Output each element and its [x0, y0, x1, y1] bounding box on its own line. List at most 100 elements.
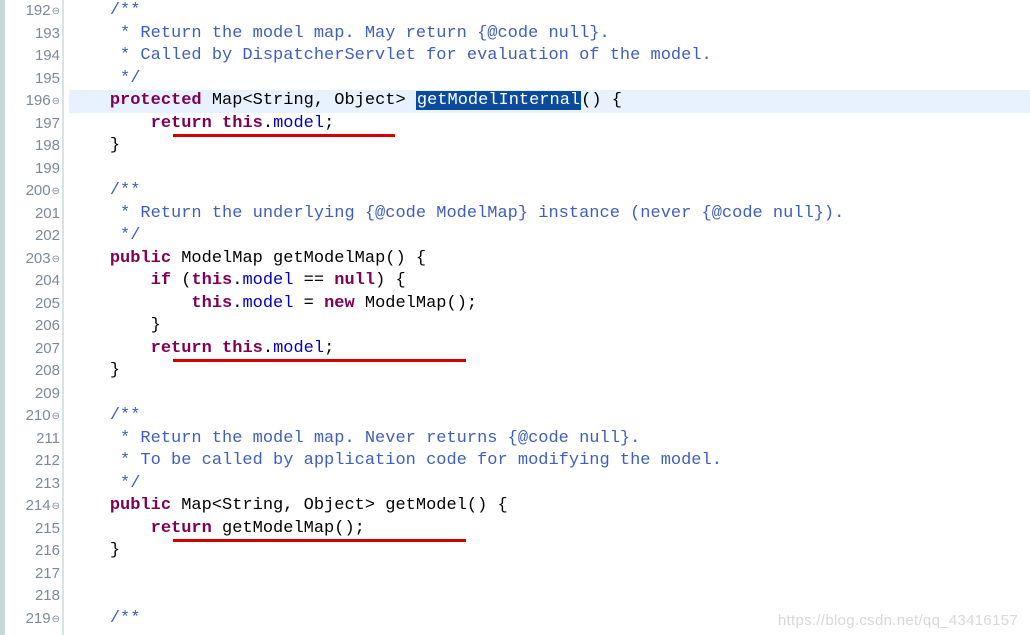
code-line[interactable]: /** [69, 405, 1030, 428]
text [69, 429, 120, 448]
line-number: 208 [0, 360, 62, 383]
code-area[interactable]: /** * Return the model map. May return {… [64, 0, 1030, 635]
code-line[interactable]: } [69, 540, 1030, 563]
code-line[interactable]: } [69, 135, 1030, 158]
code-line[interactable] [69, 585, 1030, 608]
code-line[interactable]: public ModelMap getModelMap() { [69, 248, 1030, 271]
code-line[interactable]: } [69, 360, 1030, 383]
keyword: return [151, 339, 212, 358]
text: getModelMap(); [212, 519, 365, 538]
line-number: 211 [0, 428, 62, 451]
field: model [273, 339, 324, 358]
text [69, 204, 120, 223]
code-line[interactable]: /** [69, 0, 1030, 23]
fold-toggle-icon[interactable]: ⊖ [52, 6, 60, 17]
line-number: 212 [0, 450, 62, 473]
line-number: 201 [0, 203, 62, 226]
line-number: 194 [0, 45, 62, 68]
keyword: this [191, 294, 232, 313]
line-number: 205 [0, 293, 62, 316]
code-line[interactable] [69, 383, 1030, 406]
keyword: return [151, 114, 212, 133]
comment: */ [120, 69, 140, 88]
comment: * To be called by application code for m… [120, 451, 722, 470]
code-line[interactable]: public Map<String, Object> getModel() { [69, 495, 1030, 518]
code-line[interactable]: return this.model; [69, 113, 1030, 136]
line-number-gutter: 192⊖193194195196⊖197198199200⊖201202203⊖… [0, 0, 64, 635]
line-number: 197 [0, 113, 62, 136]
line-number: 206 [0, 315, 62, 338]
text: Map<String, Object> [202, 91, 416, 110]
text: } [110, 361, 120, 380]
text: ModelMap getModelMap() { [171, 249, 426, 268]
comment: /** [110, 1, 141, 20]
text [69, 541, 110, 560]
code-line[interactable]: if (this.model == null) { [69, 270, 1030, 293]
code-line[interactable]: */ [69, 225, 1030, 248]
comment: */ [120, 226, 140, 245]
code-line[interactable]: } [69, 315, 1030, 338]
line-number: 213 [0, 473, 62, 496]
code-line[interactable]: * Return the model map. May return {@cod… [69, 23, 1030, 46]
comment: /** [110, 609, 141, 628]
text: == [293, 271, 334, 290]
fold-toggle-icon[interactable]: ⊖ [52, 254, 60, 265]
text [69, 474, 120, 493]
code-line[interactable]: * Return the model map. Never returns {@… [69, 428, 1030, 451]
keyword: public [110, 496, 171, 515]
line-number: 193 [0, 23, 62, 46]
text [69, 249, 110, 268]
fold-toggle-icon[interactable]: ⊖ [52, 614, 60, 625]
code-line[interactable]: * Return the underlying {@code ModelMap}… [69, 203, 1030, 226]
text: . [263, 114, 273, 133]
text [69, 114, 151, 133]
code-line[interactable]: * Called by DispatcherServlet for evalua… [69, 45, 1030, 68]
text: ; [324, 339, 334, 358]
line-number: 217 [0, 563, 62, 586]
line-number: 215 [0, 518, 62, 541]
text [69, 271, 151, 290]
line-number: 207 [0, 338, 62, 361]
code-line[interactable] [69, 158, 1030, 181]
comment: */ [120, 474, 140, 493]
text: . [263, 339, 273, 358]
keyword: return [151, 519, 212, 538]
comment: /** [110, 181, 141, 200]
keyword: this [222, 114, 263, 133]
text [69, 406, 110, 425]
field: model [242, 271, 293, 290]
line-number: 214⊖ [0, 495, 62, 518]
line-number: 216 [0, 540, 62, 563]
code-line[interactable]: */ [69, 68, 1030, 91]
keyword: this [222, 339, 263, 358]
code-line[interactable]: return getModelMap(); [69, 518, 1030, 541]
comment: * Return the model map. Never returns {@… [120, 429, 640, 448]
text [69, 496, 110, 515]
text [69, 181, 110, 200]
fold-toggle-icon[interactable]: ⊖ [52, 501, 60, 512]
code-line[interactable]: return this.model; [69, 338, 1030, 361]
keyword: if [151, 271, 171, 290]
fold-toggle-icon[interactable]: ⊖ [52, 411, 60, 422]
comment: /** [110, 406, 141, 425]
code-line[interactable]: /** [69, 180, 1030, 203]
text [69, 339, 151, 358]
line-number: 218 [0, 585, 62, 608]
code-line[interactable] [69, 563, 1030, 586]
code-editor[interactable]: 192⊖193194195196⊖197198199200⊖201202203⊖… [0, 0, 1030, 635]
code-line[interactable]: this.model = new ModelMap(); [69, 293, 1030, 316]
code-line-highlighted[interactable]: protected Map<String, Object> getModelIn… [69, 90, 1030, 113]
text: Map<String, Object> getModel() { [171, 496, 508, 515]
selected-text[interactable]: getModelInternal [416, 91, 581, 110]
watermark: https://blog.csdn.net/qq_43416157 [778, 612, 1018, 629]
keyword: null [334, 271, 375, 290]
fold-toggle-icon[interactable]: ⊖ [52, 186, 60, 197]
text: ) { [375, 271, 406, 290]
text [69, 69, 120, 88]
line-number: 199 [0, 158, 62, 181]
code-line[interactable]: * To be called by application code for m… [69, 450, 1030, 473]
text [69, 294, 191, 313]
text [69, 609, 110, 628]
fold-toggle-icon[interactable]: ⊖ [52, 96, 60, 107]
code-line[interactable]: */ [69, 473, 1030, 496]
